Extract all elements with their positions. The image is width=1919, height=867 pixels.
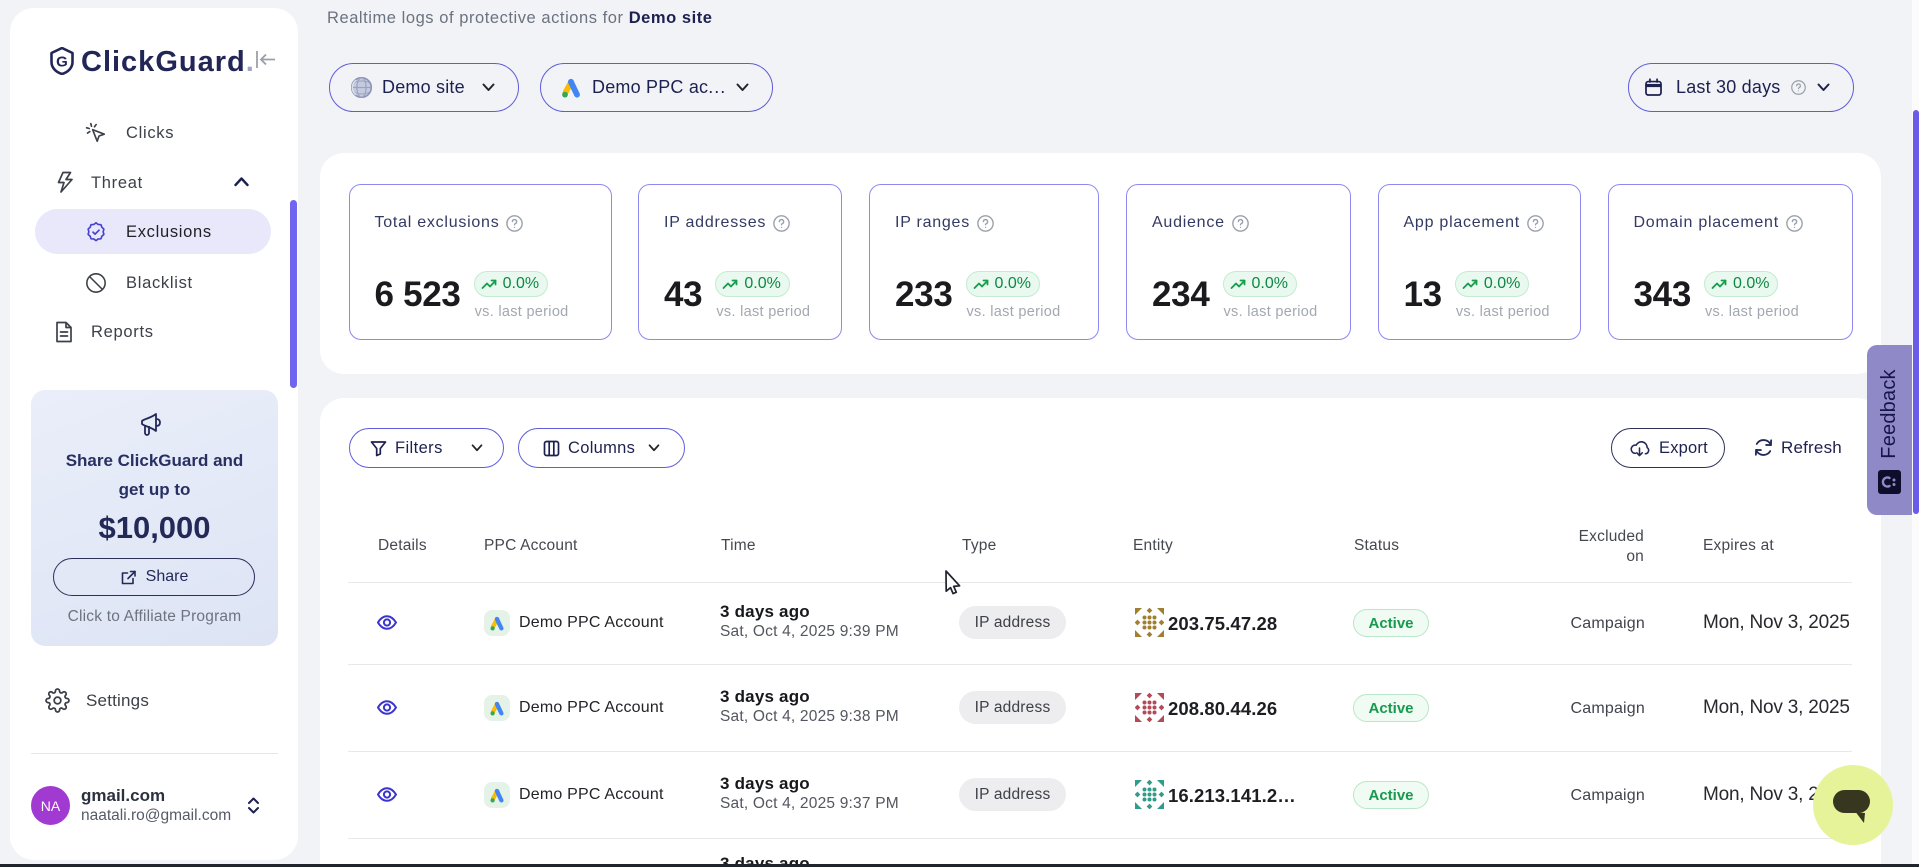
- svg-text:G: G: [56, 54, 68, 71]
